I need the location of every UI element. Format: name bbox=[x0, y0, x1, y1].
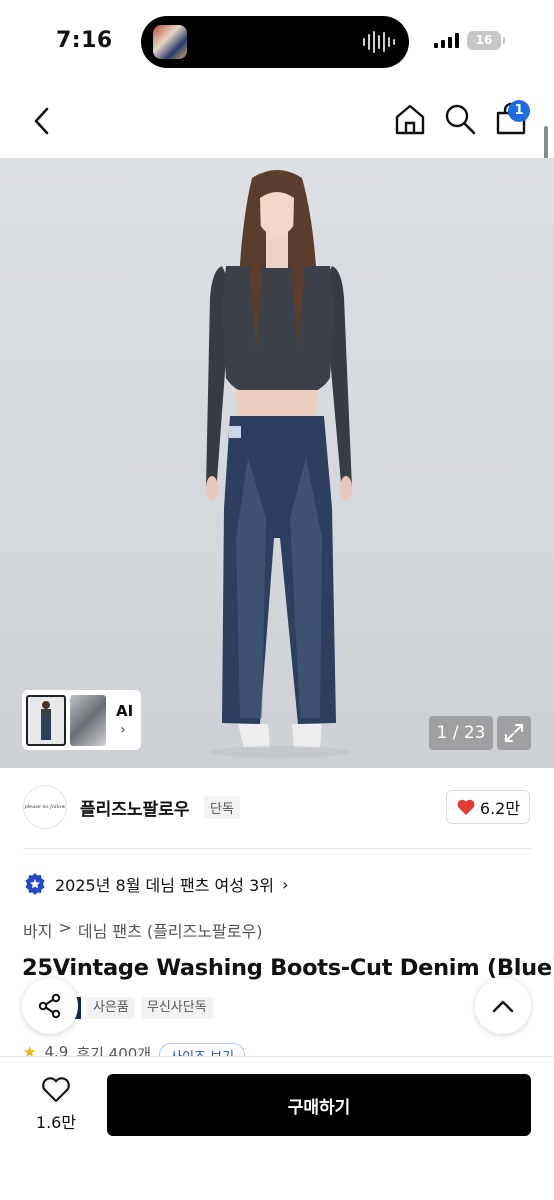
thumbnail-selected[interactable] bbox=[26, 695, 66, 746]
breadcrumb-separator: > bbox=[58, 918, 72, 937]
top-nav-bar bbox=[0, 82, 554, 158]
ai-recommend-thumbnails[interactable]: AI › bbox=[22, 690, 141, 750]
breadcrumb-item-denim[interactable]: 데님 팬츠 (플리즈노팔로우) bbox=[78, 918, 263, 942]
breadcrumb: 바지 > 데님 팬츠 (플리즈노팔로우) bbox=[23, 918, 262, 942]
ranking-link[interactable]: 2025년 8월 데님 팬츠 여성 3위 › bbox=[23, 872, 288, 896]
audio-waveform-icon bbox=[363, 29, 395, 55]
ranking-text: 2025년 8월 데님 팬츠 여성 3위 bbox=[55, 876, 274, 895]
exclusive-tag: 단독 bbox=[204, 796, 240, 819]
brand-logo-text: please no follow bbox=[24, 804, 66, 810]
status-bar: 7:16 16 bbox=[0, 0, 554, 82]
expand-icon bbox=[505, 724, 523, 742]
back-button[interactable] bbox=[26, 104, 56, 138]
product-photo-model bbox=[206, 170, 352, 758]
bottom-action-bar: 1.6만 구매하기 bbox=[0, 1056, 554, 1200]
cart-count-badge: 1 bbox=[508, 100, 530, 122]
section-divider bbox=[23, 848, 531, 849]
product-title: 25Vintage Washing Boots-Cut Denim (Blue) bbox=[22, 955, 554, 981]
wishlist-count: 1.6만 bbox=[35, 1113, 77, 1132]
search-button[interactable] bbox=[443, 102, 477, 136]
fullscreen-button[interactable] bbox=[497, 716, 531, 750]
chevron-up-icon bbox=[492, 1000, 514, 1013]
heart-filled-icon bbox=[457, 799, 475, 815]
chevron-right-icon: › bbox=[120, 722, 126, 738]
chevron-right-icon: › bbox=[282, 874, 289, 894]
scroll-to-top-button[interactable] bbox=[475, 978, 531, 1034]
brand-like-count: 6.2만 bbox=[479, 799, 521, 818]
chevron-left-icon bbox=[34, 107, 49, 135]
status-time: 7:16 bbox=[56, 28, 113, 53]
now-playing-artwork bbox=[153, 25, 187, 59]
product-image-carousel[interactable]: AI › 1 / 23 bbox=[0, 158, 554, 768]
cellular-signal-icon bbox=[434, 33, 459, 48]
brand-logo[interactable]: please no follow bbox=[23, 785, 67, 829]
ranking-medal-icon bbox=[25, 873, 45, 895]
search-icon bbox=[445, 104, 476, 135]
home-button[interactable] bbox=[393, 102, 427, 136]
wishlist-button[interactable]: 1.6만 bbox=[30, 1077, 82, 1133]
battery-indicator: 16 bbox=[467, 31, 505, 50]
share-icon bbox=[38, 993, 61, 1019]
home-icon bbox=[395, 104, 425, 135]
image-pager-counter: 1 / 23 bbox=[429, 716, 493, 750]
ai-label: AI bbox=[116, 702, 134, 720]
buy-button[interactable]: 구매하기 bbox=[107, 1074, 531, 1136]
heart-outline-icon bbox=[42, 1077, 70, 1103]
dynamic-island[interactable] bbox=[141, 16, 409, 68]
brand-like-button[interactable]: 6.2만 bbox=[446, 790, 530, 824]
tag-musinsa-exclusive: 무신사단독 bbox=[140, 997, 213, 1019]
share-button[interactable] bbox=[22, 978, 78, 1034]
brand-name[interactable]: 플리즈노팔로우 bbox=[80, 795, 189, 820]
breadcrumb-item-pants[interactable]: 바지 bbox=[23, 918, 52, 942]
thumbnail-secondary[interactable] bbox=[70, 695, 106, 746]
tag-gift: 사은품 bbox=[86, 997, 135, 1019]
thumbnail-model-image bbox=[41, 701, 51, 740]
